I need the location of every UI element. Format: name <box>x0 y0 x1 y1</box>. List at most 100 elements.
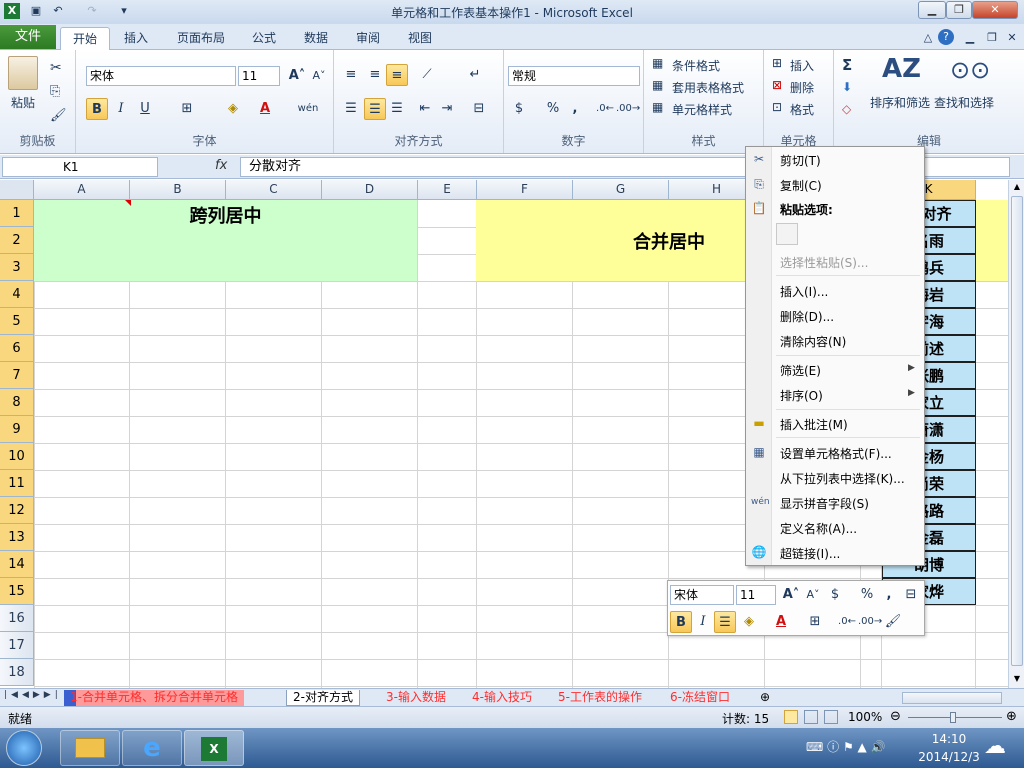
tab-insert[interactable]: 插入 <box>116 27 156 50</box>
minimize-ribbon-icon[interactable]: △ <box>920 30 936 46</box>
menu-insert-comment[interactable]: 插入批注(M) <box>780 416 848 433</box>
workbook-minimize-icon[interactable]: ▁ <box>962 30 978 46</box>
horizontal-scrollbar[interactable] <box>902 692 1002 704</box>
insert-cells-icon[interactable]: ⊞ <box>772 56 782 70</box>
menu-show-phonetic[interactable]: 显示拼音字段(S) <box>780 495 869 512</box>
find-select-button[interactable]: 查找和选择 <box>934 94 994 111</box>
column-header[interactable]: A <box>34 180 130 200</box>
format-as-table-icon[interactable]: ▦ <box>652 78 663 92</box>
row-header[interactable]: 8 <box>0 389 34 416</box>
tab-view[interactable]: 视图 <box>400 27 440 50</box>
mini-increase-decimal-icon[interactable]: .0← <box>836 611 858 633</box>
menu-hyperlink[interactable]: 超链接(I)... <box>780 545 840 562</box>
tab-review[interactable]: 审阅 <box>348 27 388 50</box>
row-header[interactable]: 16 <box>0 605 34 632</box>
mini-currency-icon[interactable]: $ <box>824 584 846 606</box>
excel-taskbar-icon[interactable]: X <box>184 730 244 766</box>
copy-icon[interactable]: ⎘ <box>50 84 60 99</box>
italic-button[interactable]: I <box>110 98 132 120</box>
fill-icon[interactable]: ⬇ <box>842 80 852 94</box>
orientation-icon[interactable]: ⟋ <box>416 64 438 86</box>
mini-format-painter-icon[interactable]: ⊟ <box>900 584 922 606</box>
autosum-icon[interactable]: Σ <box>842 56 852 74</box>
mini-font-select[interactable]: 宋体 <box>670 585 734 605</box>
font-color-icon[interactable]: A <box>254 98 276 120</box>
tab-home[interactable]: 开始 <box>60 27 110 50</box>
ie-taskbar-icon[interactable]: e <box>122 730 182 766</box>
sheet-tab-6[interactable]: 6-冻结窗口 <box>664 690 736 706</box>
menu-define-name[interactable]: 定义名称(A)... <box>780 520 857 537</box>
column-header[interactable]: F <box>477 180 573 200</box>
tab-page-layout[interactable]: 页面布局 <box>170 27 232 50</box>
percent-button[interactable]: % <box>542 98 564 120</box>
tab-formulas[interactable]: 公式 <box>244 27 284 50</box>
insert-function-button[interactable]: fx <box>215 158 227 173</box>
row-header[interactable]: 14 <box>0 551 34 578</box>
font-size-select[interactable]: 11 <box>238 66 280 86</box>
help-icon[interactable]: ? <box>938 29 954 45</box>
zoom-in-icon[interactable]: ⊕ <box>1006 709 1017 724</box>
mini-size-select[interactable]: 11 <box>736 585 776 605</box>
column-header[interactable]: D <box>322 180 418 200</box>
cut-icon[interactable]: ✂ <box>50 60 62 76</box>
sort-filter-icon[interactable]: AZ <box>882 54 921 84</box>
delete-cells-icon[interactable]: ⊠ <box>772 78 782 92</box>
cell-styles-button[interactable]: 单元格样式 <box>672 101 732 118</box>
column-header[interactable]: E <box>418 180 477 200</box>
tray-time[interactable]: 14:10 <box>924 732 974 746</box>
borders-icon[interactable]: ⊞ <box>176 98 198 120</box>
conditional-format-icon[interactable]: ▦ <box>652 56 663 70</box>
align-right-icon[interactable]: ☰ <box>386 98 408 120</box>
close-button[interactable]: ✕ <box>972 1 1018 19</box>
sort-filter-button[interactable]: 排序和筛选 <box>870 94 930 111</box>
page-break-view-icon[interactable] <box>824 710 838 724</box>
row-header[interactable]: 9 <box>0 416 34 443</box>
zoom-slider-thumb[interactable] <box>950 712 956 723</box>
normal-view-icon[interactable] <box>784 710 798 724</box>
row-header[interactable]: 7 <box>0 362 34 389</box>
zoom-level[interactable]: 100% <box>848 710 882 724</box>
column-header[interactable]: C <box>226 180 322 200</box>
vertical-scrollbar[interactable]: ▲ ▼ <box>1008 180 1024 688</box>
tray-icons[interactable]: ⌨ ⓘ ⚑ ▲ 🔊 <box>806 738 886 755</box>
format-painter-icon[interactable]: 🖌 <box>50 108 67 123</box>
paste-button[interactable]: 粘贴 <box>11 94 35 111</box>
format-as-table-button[interactable]: 套用表格格式 <box>672 79 744 96</box>
mini-fill-color-icon[interactable]: ◈ <box>738 611 760 633</box>
phonetic-icon[interactable]: wén <box>294 98 322 120</box>
fill-color-icon[interactable]: ◈ <box>222 98 244 120</box>
minimize-button[interactable]: ▁ <box>918 1 946 19</box>
find-select-icon[interactable]: ⊙⊙ <box>950 56 990 84</box>
select-all-corner[interactable] <box>0 180 34 200</box>
mini-comma-button[interactable]: , <box>878 584 900 606</box>
workbook-close-icon[interactable]: ✕ <box>1004 30 1020 46</box>
decrease-indent-icon[interactable]: ⇤ <box>414 98 436 120</box>
scroll-down-icon[interactable]: ▼ <box>1011 674 1023 684</box>
clear-icon[interactable]: ◇ <box>842 102 851 116</box>
row-header[interactable]: 5 <box>0 308 34 335</box>
currency-icon[interactable]: $ <box>508 98 530 120</box>
format-cells-button[interactable]: 格式 <box>790 101 814 118</box>
row-header[interactable]: 13 <box>0 524 34 551</box>
sheet-nav-icons[interactable]: |◀◀▶▶| <box>4 690 62 700</box>
menu-insert[interactable]: 插入(I)... <box>780 283 828 300</box>
bold-button[interactable]: B <box>86 98 108 120</box>
mini-paintbrush-icon[interactable]: 🖌 <box>882 611 904 633</box>
mini-bold-button[interactable]: B <box>670 611 692 633</box>
sheet-tab-4[interactable]: 4-输入技巧 <box>466 690 538 706</box>
mini-font-color-icon[interactable]: A <box>770 611 792 633</box>
column-header[interactable]: B <box>130 180 226 200</box>
font-name-select[interactable]: 宋体 <box>86 66 236 86</box>
zoom-out-icon[interactable]: ⊖ <box>890 709 901 724</box>
menu-cut[interactable]: 剪切(T) <box>780 152 821 169</box>
row-header[interactable]: 6 <box>0 335 34 362</box>
row-header[interactable]: 3 <box>0 254 34 281</box>
row-header[interactable]: 18 <box>0 659 34 686</box>
menu-pick-from-list[interactable]: 从下拉列表中选择(K)... <box>780 470 905 487</box>
mini-grow-font-icon[interactable]: A˄ <box>780 584 802 606</box>
row-header[interactable]: 12 <box>0 497 34 524</box>
start-button[interactable] <box>6 730 42 766</box>
insert-cells-button[interactable]: 插入 <box>790 57 814 74</box>
align-bottom-icon[interactable]: ≡ <box>386 64 408 86</box>
mini-percent-button[interactable]: % <box>856 584 878 606</box>
